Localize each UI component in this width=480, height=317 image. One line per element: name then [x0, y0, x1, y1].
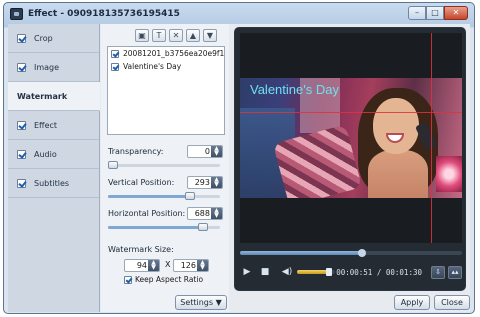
- spin-arrows-icon[interactable]: ▲ ▼: [211, 177, 222, 188]
- audio-checkbox[interactable]: [17, 149, 26, 159]
- dialog-body: Crop Image Watermark Effect Audio Subtit…: [8, 24, 470, 312]
- window-controls: – □ ✕: [408, 6, 468, 20]
- keep-aspect-label: Keep Aspect Ratio: [135, 275, 204, 284]
- horizontal-position-label: Horizontal Position:: [108, 209, 186, 218]
- watermark-toolbar: ▣ T ✕ ▲ ▼: [135, 29, 217, 42]
- transparency-value: 0: [204, 147, 210, 156]
- app-icon: [10, 8, 23, 20]
- add-text-watermark-icon[interactable]: T: [152, 29, 166, 42]
- sidebar-item-watermark[interactable]: Watermark: [8, 82, 100, 111]
- watermark-height-stepper[interactable]: 126 ▲ ▼: [173, 259, 209, 272]
- volume-thumb[interactable]: [326, 268, 333, 276]
- effect-sidebar: Crop Image Watermark Effect Audio Subtit…: [8, 24, 100, 312]
- progress-thumb[interactable]: [358, 249, 367, 257]
- frame-shoulders: [368, 150, 428, 198]
- transparency-slider[interactable]: [108, 161, 220, 169]
- sidebar-item-audio[interactable]: Audio: [8, 140, 99, 169]
- crop-checkbox[interactable]: [17, 33, 26, 43]
- vertical-position-label: Vertical Position:: [108, 178, 175, 187]
- slider-fill: [108, 195, 190, 198]
- keep-aspect-ratio[interactable]: Keep Aspect Ratio: [124, 275, 203, 284]
- add-image-watermark-icon[interactable]: ▣: [135, 29, 149, 42]
- keep-aspect-checkbox[interactable]: [124, 275, 132, 284]
- frame-flower: [436, 156, 462, 192]
- sidebar-item-subtitles[interactable]: Subtitles: [8, 169, 99, 198]
- watermark-width-value: 94: [136, 261, 147, 270]
- horizontal-position-stepper[interactable]: 688 ▲ ▼: [187, 207, 223, 220]
- transparency-label: Transparency:: [108, 147, 164, 156]
- frame-face: [373, 98, 419, 154]
- move-down-icon[interactable]: ▼: [203, 29, 217, 42]
- video-frame-image: Valentine's Day: [240, 78, 462, 198]
- sidebar-item-label: Image: [34, 62, 60, 72]
- playback-controls: ▶ ■ ◀) 00:00:51 / 00:01:30 ⇩ ▴▴: [240, 261, 462, 283]
- delete-icon[interactable]: ✕: [169, 29, 183, 42]
- close-button[interactable]: Close: [434, 295, 470, 310]
- image-checkbox[interactable]: [17, 62, 26, 72]
- sidebar-item-image[interactable]: Image: [8, 53, 99, 82]
- settings-button[interactable]: Settings ▼: [175, 295, 227, 310]
- progress-fill: [240, 251, 363, 255]
- vertical-position-slider[interactable]: [108, 192, 220, 200]
- video-preview: Valentine's Day: [240, 33, 462, 243]
- fullscreen-icon[interactable]: ▴▴: [448, 265, 462, 279]
- size-separator: X: [165, 260, 171, 269]
- volume-icon[interactable]: ◀): [280, 265, 294, 279]
- slider-thumb[interactable]: [108, 161, 118, 169]
- chevron-down-icon: ▼: [215, 298, 222, 307]
- watermark-width-stepper[interactable]: 94 ▲ ▼: [124, 259, 160, 272]
- watermark-checkbox[interactable]: [111, 49, 119, 58]
- play-icon[interactable]: ▶: [240, 265, 254, 279]
- sidebar-item-label: Audio: [34, 149, 57, 159]
- playback-progress[interactable]: [240, 249, 462, 257]
- spin-arrows-icon[interactable]: ▲ ▼: [148, 260, 159, 271]
- spin-arrows-icon[interactable]: ▲ ▼: [197, 260, 208, 271]
- preview-panel: Valentine's Day ▶ ■ ◀) 00:00:51 / 00:01:…: [234, 27, 466, 291]
- sidebar-item-label: Subtitles: [34, 178, 70, 188]
- horizontal-guide-line: [240, 112, 462, 113]
- watermark-overlay-text[interactable]: Valentine's Day: [250, 82, 339, 97]
- vertical-position-stepper[interactable]: 293 ▲ ▼: [187, 176, 223, 189]
- effect-window: Effect - 090918135736195415 – □ ✕ Crop I…: [3, 2, 475, 314]
- move-up-icon[interactable]: ▲: [186, 29, 200, 42]
- volume-fill: [297, 270, 330, 274]
- title-bar: Effect - 090918135736195415 – □ ✕: [4, 3, 474, 25]
- list-item[interactable]: Valentine's Day: [108, 60, 224, 73]
- list-item-label: 20081201_b3756ea20e9f1d1: [123, 49, 224, 58]
- time-readout: 00:00:51 / 00:01:30: [336, 267, 422, 277]
- watermark-list: 20081201_b3756ea20e9f1d1 Valentine's Day: [107, 46, 225, 135]
- watermark-panel: ▣ T ✕ ▲ ▼ 20081201_b3756ea20e9f1d1 Valen…: [101, 24, 229, 312]
- close-window-button[interactable]: ✕: [444, 6, 468, 20]
- window-title: Effect - 090918135736195415: [28, 9, 180, 19]
- effect-checkbox[interactable]: [17, 120, 26, 130]
- minimize-button[interactable]: –: [408, 6, 426, 20]
- watermark-height-value: 126: [180, 261, 196, 270]
- stop-icon[interactable]: ■: [258, 265, 272, 279]
- horizontal-position-slider[interactable]: [108, 223, 220, 231]
- spin-arrows-icon[interactable]: ▲ ▼: [211, 146, 222, 157]
- spin-arrows-icon[interactable]: ▲ ▼: [211, 208, 222, 219]
- list-item[interactable]: 20081201_b3756ea20e9f1d1: [108, 47, 224, 60]
- watermark-size-label: Watermark Size:: [108, 245, 174, 254]
- settings-label: Settings: [180, 298, 214, 307]
- sidebar-item-crop[interactable]: Crop: [8, 24, 99, 53]
- subtitles-checkbox[interactable]: [17, 178, 26, 188]
- transparency-stepper[interactable]: 0 ▲ ▼: [187, 145, 223, 158]
- apply-button[interactable]: Apply: [394, 295, 430, 310]
- slider-thumb[interactable]: [184, 192, 195, 200]
- sidebar-item-label: Effect: [34, 120, 58, 130]
- vertical-guide-line: [431, 33, 432, 243]
- snapshot-icon[interactable]: ⇩: [431, 265, 445, 279]
- horizontal-position-value: 688: [194, 209, 210, 218]
- sidebar-item-label: Crop: [34, 33, 53, 43]
- volume-slider[interactable]: [297, 268, 335, 276]
- slider-thumb[interactable]: [198, 223, 209, 231]
- vertical-position-value: 293: [194, 178, 210, 187]
- list-item-label: Valentine's Day: [123, 62, 182, 71]
- watermark-checkbox[interactable]: [111, 62, 119, 71]
- sidebar-item-label: Watermark: [17, 91, 68, 101]
- maximize-button[interactable]: □: [426, 6, 444, 20]
- sidebar-item-effect[interactable]: Effect: [8, 111, 99, 140]
- slider-fill: [108, 226, 204, 229]
